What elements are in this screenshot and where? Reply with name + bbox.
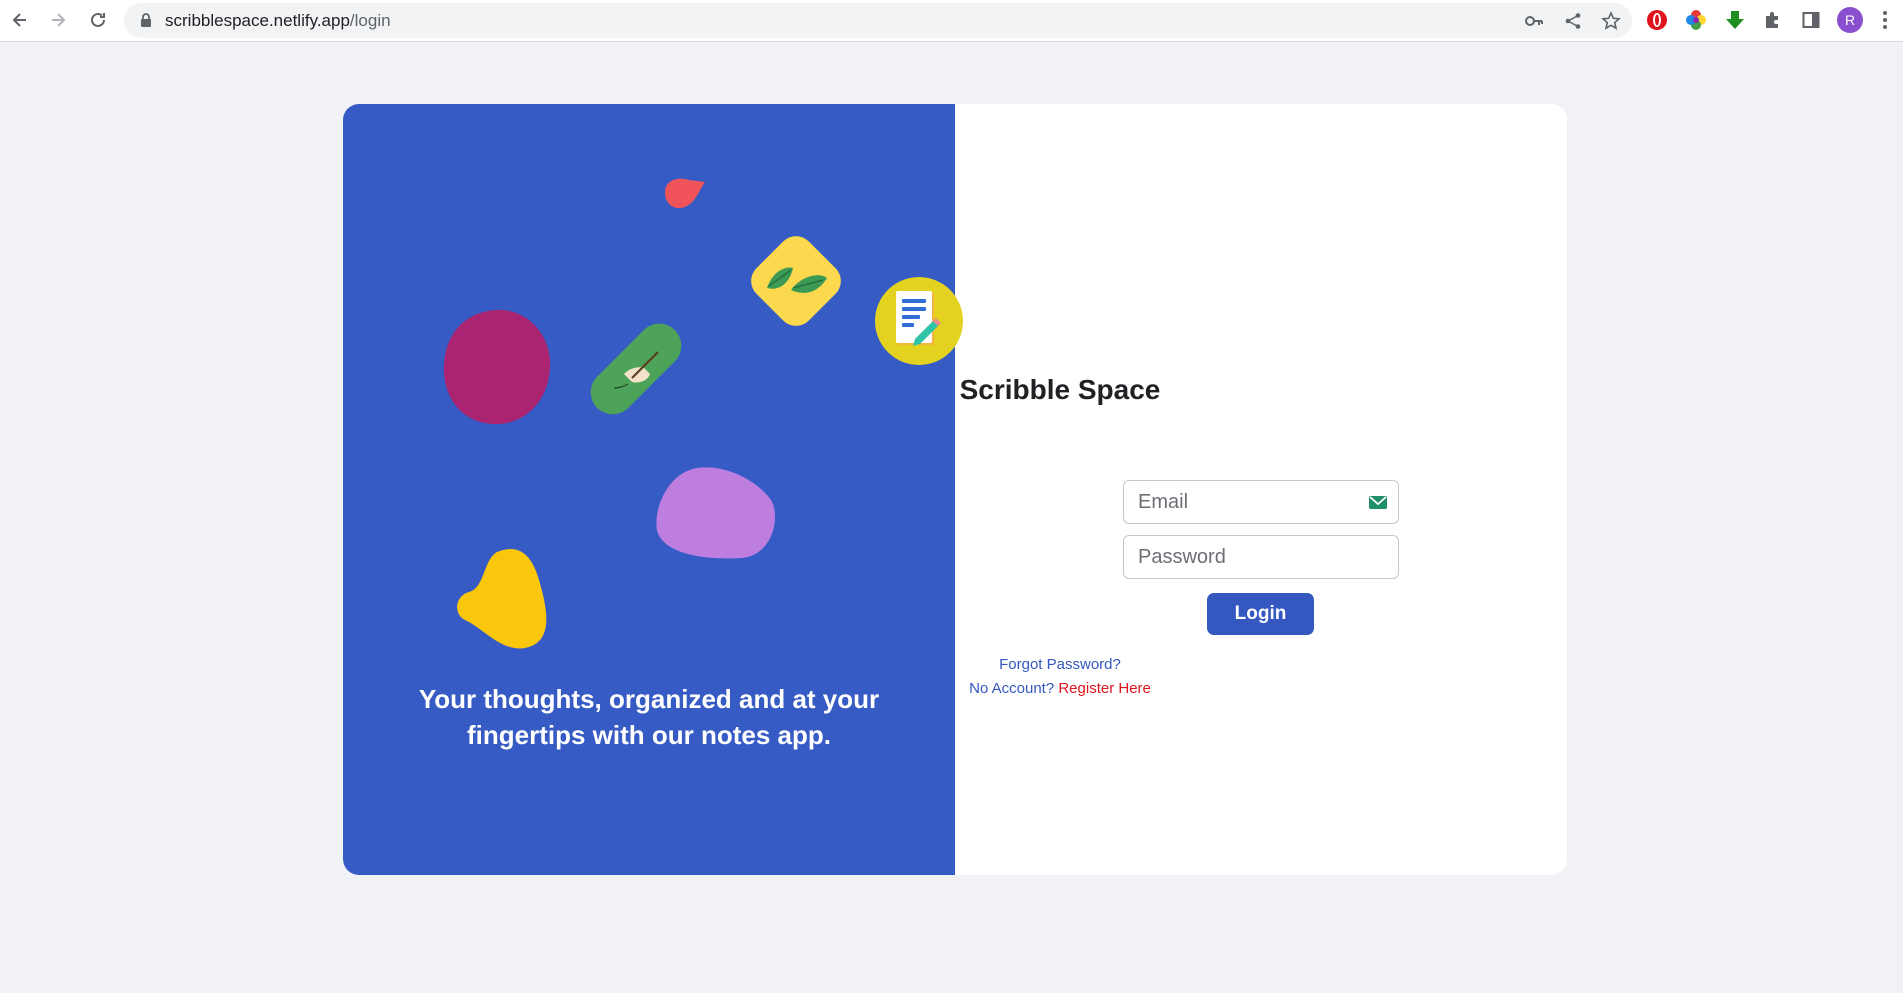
url-path: /login [349,11,391,30]
forgot-password-link[interactable]: Forgot Password? [910,656,1210,673]
share-icon[interactable] [1561,9,1585,33]
password-field[interactable] [1123,535,1399,579]
lock-icon[interactable] [140,13,152,33]
side-panel-icon[interactable] [1799,8,1823,32]
download-extension-icon[interactable] [1723,8,1747,32]
email-input[interactable] [1138,481,1358,523]
green-pill-shape [590,323,682,415]
forward-arrow-icon[interactable] [45,7,71,33]
app-logo [875,277,963,365]
url-text[interactable]: scribblespace.netlify.app/login [165,11,391,31]
magenta-circle-shape [443,309,551,425]
no-account-label: No Account? [969,680,1055,697]
hero-panel: Your thoughts, organized and at your fin… [343,104,955,875]
browser-toolbar: scribblespace.netlify.app/login R [0,0,1903,42]
back-arrow-icon[interactable] [7,7,33,33]
color-wheel-extension-icon[interactable] [1684,8,1708,32]
address-bar[interactable]: scribblespace.netlify.app/login [124,3,1632,38]
star-icon[interactable] [1599,9,1623,33]
puzzle-icon[interactable] [1761,8,1785,32]
purple-blob-shape [656,467,776,559]
password-input[interactable] [1138,536,1358,578]
mail-icon [1368,495,1388,515]
url-host: scribblespace.netlify.app [165,11,350,30]
opera-extension-icon[interactable] [1645,8,1669,32]
avatar-initial: R [1844,12,1856,28]
key-icon[interactable] [1522,9,1546,33]
register-prompt: No Account? Register Here [910,680,1210,697]
yellow-blob-shape [457,549,547,649]
red-drop-shape [665,178,705,209]
app-title: Scribble Space [959,374,1161,405]
login-button[interactable]: Login [1207,593,1314,635]
kebab-menu-icon[interactable] [1873,8,1897,32]
yellow-square-shape [751,236,841,326]
profile-avatar[interactable]: R [1837,7,1863,33]
reload-icon[interactable] [85,7,111,33]
email-field[interactable] [1123,480,1399,524]
hero-tagline: Your thoughts, organized and at your fin… [418,684,880,750]
register-link[interactable]: Register Here [1058,680,1151,697]
